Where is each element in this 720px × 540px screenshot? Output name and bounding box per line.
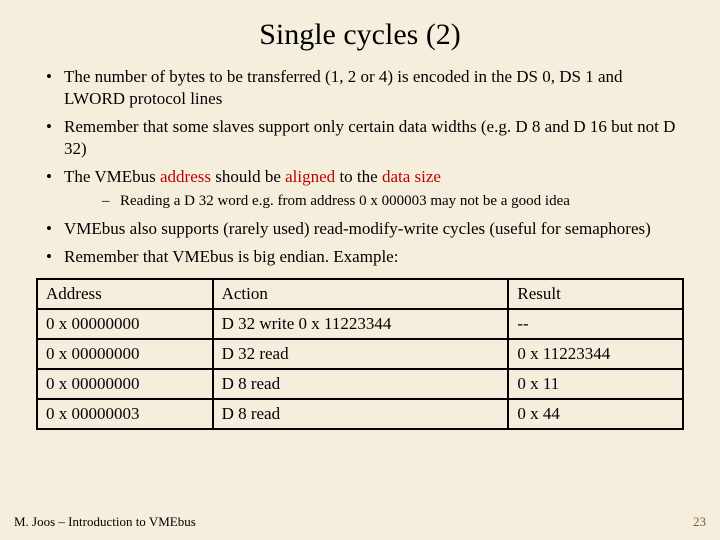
table-row: 0 x 00000000 D 8 read 0 x 11	[37, 369, 683, 399]
table-cell: 0 x 00000000	[37, 339, 213, 369]
table-cell: 0 x 11	[508, 369, 683, 399]
text: should be	[211, 167, 285, 186]
table-header: Result	[508, 279, 683, 309]
table-cell: 0 x 11223344	[508, 339, 683, 369]
text-highlight: address	[160, 167, 211, 186]
bullet-item: The VMEbus address should be aligned to …	[36, 166, 684, 212]
slide-title: Single cycles (2)	[36, 18, 684, 52]
table-row: 0 x 00000000 D 32 read 0 x 11223344	[37, 339, 683, 369]
text-highlight: aligned	[285, 167, 335, 186]
table-cell: D 8 read	[213, 369, 509, 399]
table-cell: 0 x 00000000	[37, 309, 213, 339]
page-number: 23	[693, 514, 706, 530]
footer-author: M. Joos – Introduction to VMEbus	[14, 514, 196, 530]
text-highlight: data size	[382, 167, 441, 186]
table-cell: D 8 read	[213, 399, 509, 429]
table-cell: D 32 read	[213, 339, 509, 369]
table-row: 0 x 00000000 D 32 write 0 x 11223344 --	[37, 309, 683, 339]
table-cell: 0 x 00000003	[37, 399, 213, 429]
example-table: Address Action Result 0 x 00000000 D 32 …	[36, 278, 684, 430]
table-cell: D 32 write 0 x 11223344	[213, 309, 509, 339]
sub-bullet-list: Reading a D 32 word e.g. from address 0 …	[64, 192, 684, 212]
table-row: 0 x 00000003 D 8 read 0 x 44	[37, 399, 683, 429]
table-row: Address Action Result	[37, 279, 683, 309]
sub-bullet-item: Reading a D 32 word e.g. from address 0 …	[64, 192, 684, 212]
bullet-item: VMEbus also supports (rarely used) read-…	[36, 218, 684, 240]
slide-body: Single cycles (2) The number of bytes to…	[0, 0, 720, 430]
bullet-item: The number of bytes to be transferred (1…	[36, 66, 684, 110]
table-header: Action	[213, 279, 509, 309]
text: to the	[335, 167, 382, 186]
bullet-list: The number of bytes to be transferred (1…	[36, 66, 684, 268]
bullet-item: Remember that some slaves support only c…	[36, 116, 684, 160]
text: The VMEbus	[64, 167, 160, 186]
table-cell: 0 x 44	[508, 399, 683, 429]
table-header: Address	[37, 279, 213, 309]
table-cell: --	[508, 309, 683, 339]
bullet-item: Remember that VMEbus is big endian. Exam…	[36, 246, 684, 268]
table-cell: 0 x 00000000	[37, 369, 213, 399]
